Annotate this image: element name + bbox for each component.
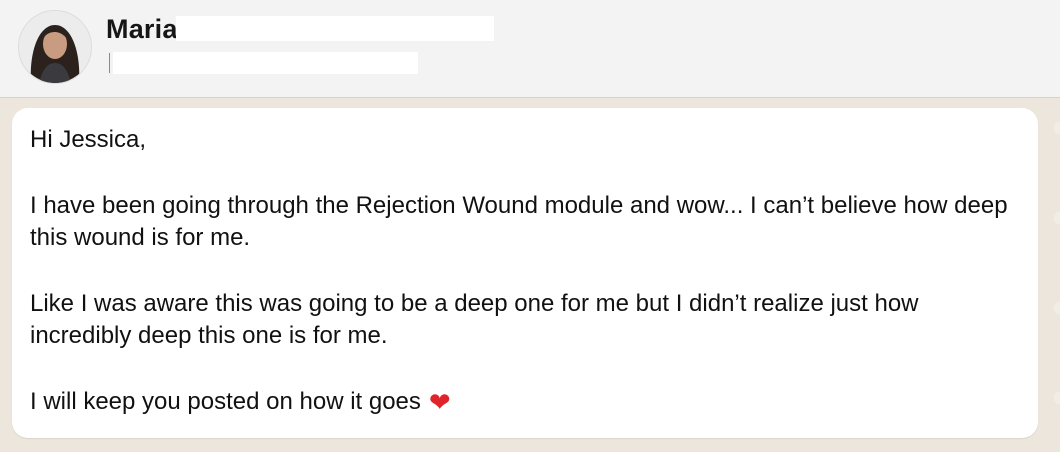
message-paragraph: Like I was aware this was going to be a … bbox=[30, 290, 919, 349]
message-paragraph: I have been going through the Rejection … bbox=[30, 192, 1008, 251]
contact-name[interactable]: Maria bbox=[106, 14, 178, 45]
chat-header: Maria bbox=[0, 0, 1060, 98]
text-cursor bbox=[109, 53, 110, 73]
heart-icon: ❤ bbox=[428, 387, 451, 417]
redaction-block bbox=[113, 52, 418, 74]
message-greeting: Hi Jessica, bbox=[30, 126, 147, 153]
contact-avatar[interactable] bbox=[18, 10, 92, 84]
message-paragraph-last: I will keep you posted on how it goes ❤ bbox=[30, 386, 1020, 418]
message-closing: I will keep you posted on how it goes bbox=[30, 388, 421, 415]
message-text: Hi Jessica, I have been going through th… bbox=[30, 124, 1020, 452]
avatar-image bbox=[19, 11, 91, 83]
redaction-block bbox=[176, 16, 494, 41]
